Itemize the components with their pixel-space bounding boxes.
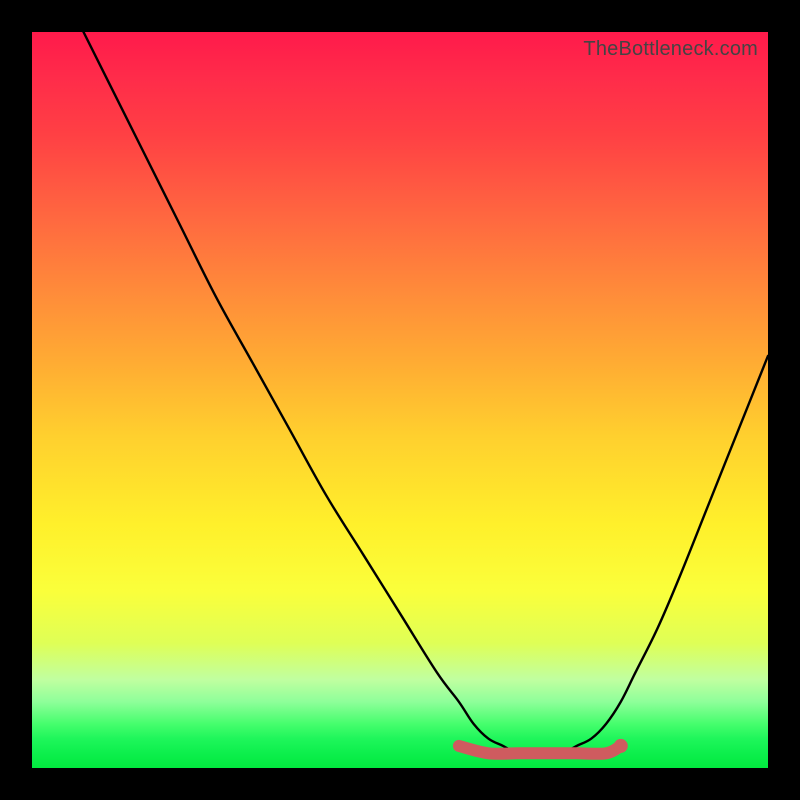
chart-frame: TheBottleneck.com — [0, 0, 800, 800]
plot-area: TheBottleneck.com — [32, 32, 768, 768]
bottleneck-curve-line — [84, 32, 768, 754]
chart-svg — [32, 32, 768, 768]
highlight-end-dot — [614, 739, 628, 753]
highlight-band-line — [459, 746, 621, 754]
